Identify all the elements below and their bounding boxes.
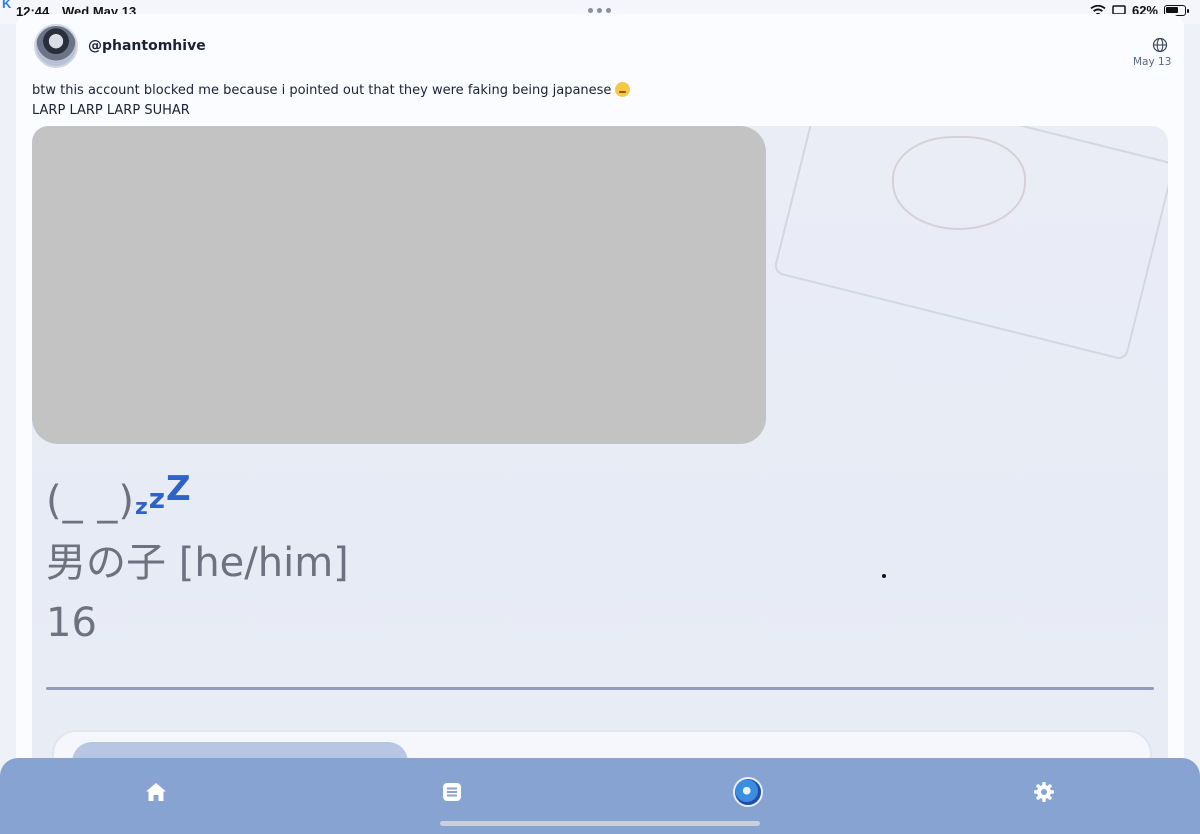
- nav-settings-button[interactable]: [1024, 772, 1064, 812]
- home-indicator[interactable]: [440, 821, 760, 826]
- post-text: btw this account blocked me because i po…: [32, 81, 1132, 121]
- bio-face: (_ _): [46, 478, 135, 524]
- strawberry-doodle: [892, 136, 1026, 230]
- bio-divider: [46, 687, 1154, 690]
- nav-profile-button[interactable]: [728, 772, 768, 812]
- nav-feed-button[interactable]: [432, 772, 472, 812]
- bio-pronouns: 男の子 [he/him]: [46, 540, 349, 586]
- profile-icon: [733, 777, 763, 807]
- post-date: May 13: [1133, 56, 1172, 68]
- feed-icon: [443, 783, 461, 801]
- home-icon: [146, 783, 166, 801]
- post-card: @phantomhive May 13 btw this account blo…: [16, 14, 1184, 814]
- post-image[interactable]: (_ _)zzZ 男の子 [he/him] 16: [32, 126, 1168, 814]
- bottom-nav: [0, 758, 1200, 834]
- redacted-area: [32, 126, 766, 444]
- globe-icon: [1152, 37, 1168, 53]
- post-username[interactable]: @phantomhive: [88, 38, 206, 54]
- avatar[interactable]: [34, 24, 78, 68]
- post-text-line1: btw this account blocked me because i po…: [32, 83, 612, 98]
- settings-icon: [1034, 782, 1054, 802]
- multitasking-dots-icon[interactable]: [588, 8, 611, 13]
- bio-sleep-line: (_ _)zzZ: [46, 469, 192, 524]
- loudly-crying-face-icon: [615, 82, 631, 97]
- post-text-line2: LARP LARP LARP SUHAR: [32, 103, 190, 118]
- nav-home-button[interactable]: [136, 772, 176, 812]
- stray-dot: [882, 574, 886, 578]
- app-mark: K: [2, 0, 12, 11]
- zzz-icon: zzZ: [134, 469, 192, 520]
- bio-age: 16: [46, 600, 97, 646]
